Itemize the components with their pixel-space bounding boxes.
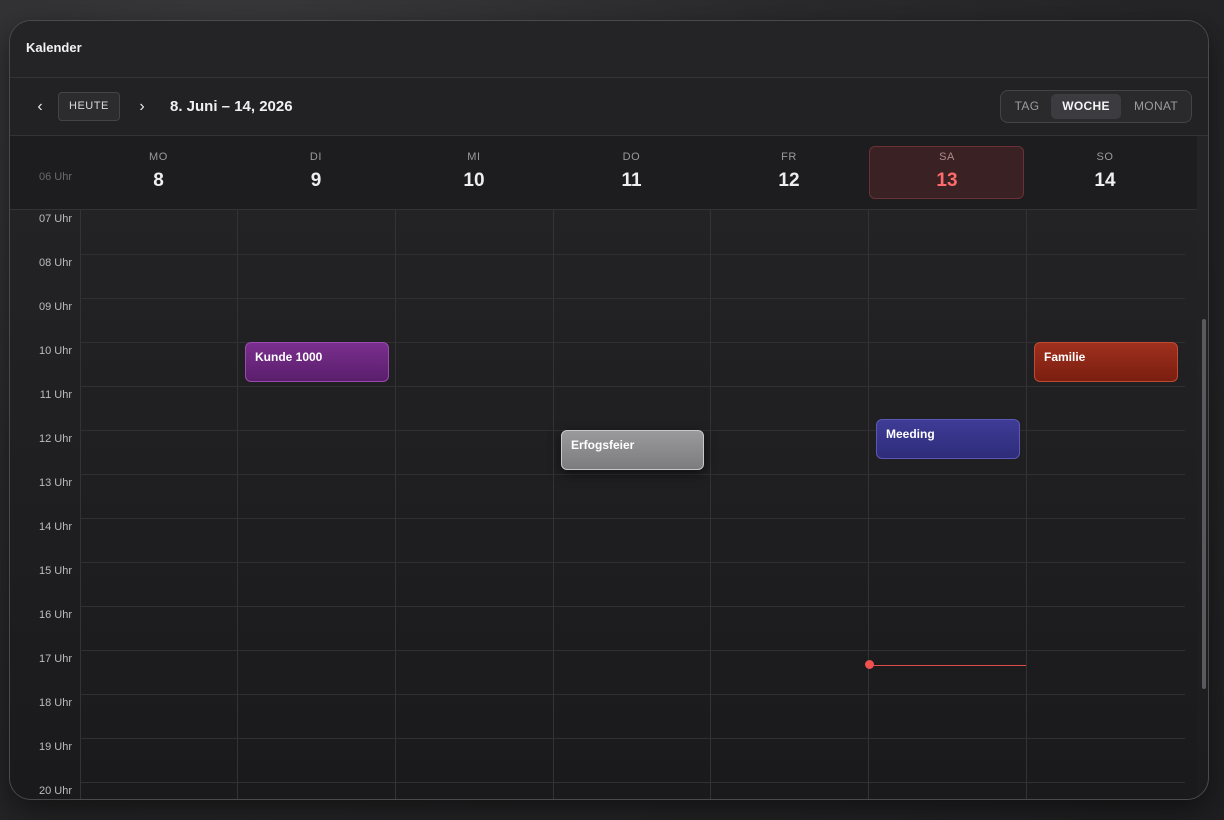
event-kunde-1000[interactable]: Kunde 1000 — [245, 342, 389, 382]
hour-label: 13 Uhr — [38, 477, 72, 489]
day-of-week: SA — [939, 151, 955, 163]
day-header-wed[interactable]: MI 10 — [395, 136, 553, 209]
day-number: 9 — [310, 170, 322, 191]
hour-label: 18 Uhr — [38, 697, 72, 709]
hour-label: 06 Uhr — [38, 171, 72, 183]
hour-label: 20 Uhr — [38, 785, 72, 797]
hour-line — [80, 474, 1185, 475]
hour-line — [80, 694, 1185, 695]
current-time-line — [870, 665, 1026, 666]
time-grid[interactable]: 07 Uhr 08 Uhr 09 Uhr 10 Uhr 11 Uhr 12 Uh… — [10, 210, 1197, 799]
day-number: 14 — [1094, 170, 1116, 191]
title-bar: Kalender — [10, 21, 1208, 78]
hour-label: 17 Uhr — [38, 653, 72, 665]
today-button[interactable]: HEUTE — [58, 92, 120, 121]
day-number: 12 — [778, 170, 800, 191]
hour-label: 12 Uhr — [38, 433, 72, 445]
chevron-left-icon: ‹ — [37, 98, 43, 115]
prev-week-button[interactable]: ‹ — [28, 95, 52, 119]
calendar-window: Kalender ‹ HEUTE › 8. Juni – 14, 2026 TA… — [9, 20, 1209, 800]
hour-label: 07 Uhr — [38, 213, 72, 225]
day-of-week: FR — [781, 151, 797, 163]
hour-line — [80, 738, 1185, 739]
hour-label: 16 Uhr — [38, 609, 72, 621]
hour-line — [80, 650, 1185, 651]
day-header-sun[interactable]: SO 14 — [1026, 136, 1184, 209]
hour-label: 15 Uhr — [38, 565, 72, 577]
hour-line — [80, 606, 1185, 607]
current-time-dot — [865, 660, 874, 669]
window-title: Kalender — [26, 40, 82, 55]
view-day-button[interactable]: TAG — [1005, 94, 1049, 119]
day-number: 10 — [463, 170, 485, 191]
event-familie[interactable]: Familie — [1034, 342, 1178, 382]
day-header-thu[interactable]: DO 11 — [553, 136, 710, 209]
day-number: 11 — [621, 170, 642, 191]
hour-line — [80, 254, 1185, 255]
hour-label: 10 Uhr — [38, 345, 72, 357]
toolbar: ‹ HEUTE › 8. Juni – 14, 2026 TAG WOCHE M… — [10, 78, 1208, 136]
hour-label: 11 Uhr — [39, 389, 72, 401]
week-header: 06 Uhr MO 8 DI 9 MI 10 DO 11 FR 12 SA 13… — [10, 136, 1197, 210]
day-header-sat-today[interactable]: SA 13 — [868, 136, 1026, 209]
hour-line — [80, 298, 1185, 299]
day-header-mon[interactable]: MO 8 — [80, 136, 237, 209]
day-of-week: MO — [149, 151, 168, 163]
event-erfogsfeier[interactable]: Erfogsfeier — [561, 430, 704, 470]
day-header-fri[interactable]: FR 12 — [710, 136, 868, 209]
event-meeding[interactable]: Meeding — [876, 419, 1020, 459]
vertical-scrollbar[interactable] — [1202, 319, 1206, 689]
hour-label: 14 Uhr — [38, 521, 72, 533]
hour-label: 19 Uhr — [38, 741, 72, 753]
hour-label: 08 Uhr — [38, 257, 72, 269]
view-switcher: TAG WOCHE MONAT — [1000, 90, 1192, 123]
hour-label: 09 Uhr — [38, 301, 72, 313]
hour-line — [80, 518, 1185, 519]
day-of-week: DO — [622, 151, 641, 163]
hour-line — [80, 562, 1185, 563]
date-range-label: 8. Juni – 14, 2026 — [170, 98, 293, 115]
day-number: 13 — [936, 170, 958, 191]
hour-line — [80, 386, 1185, 387]
day-number: 8 — [153, 170, 164, 191]
next-week-button[interactable]: › — [130, 95, 154, 119]
hour-line — [80, 782, 1185, 783]
view-week-button[interactable]: WOCHE — [1051, 94, 1121, 119]
day-of-week: DI — [309, 151, 323, 163]
day-of-week: SO — [1096, 151, 1114, 163]
day-header-tue[interactable]: DI 9 — [237, 136, 395, 209]
day-of-week: MI — [467, 151, 481, 163]
view-month-button[interactable]: MONAT — [1125, 94, 1187, 119]
chevron-right-icon: › — [139, 98, 145, 115]
